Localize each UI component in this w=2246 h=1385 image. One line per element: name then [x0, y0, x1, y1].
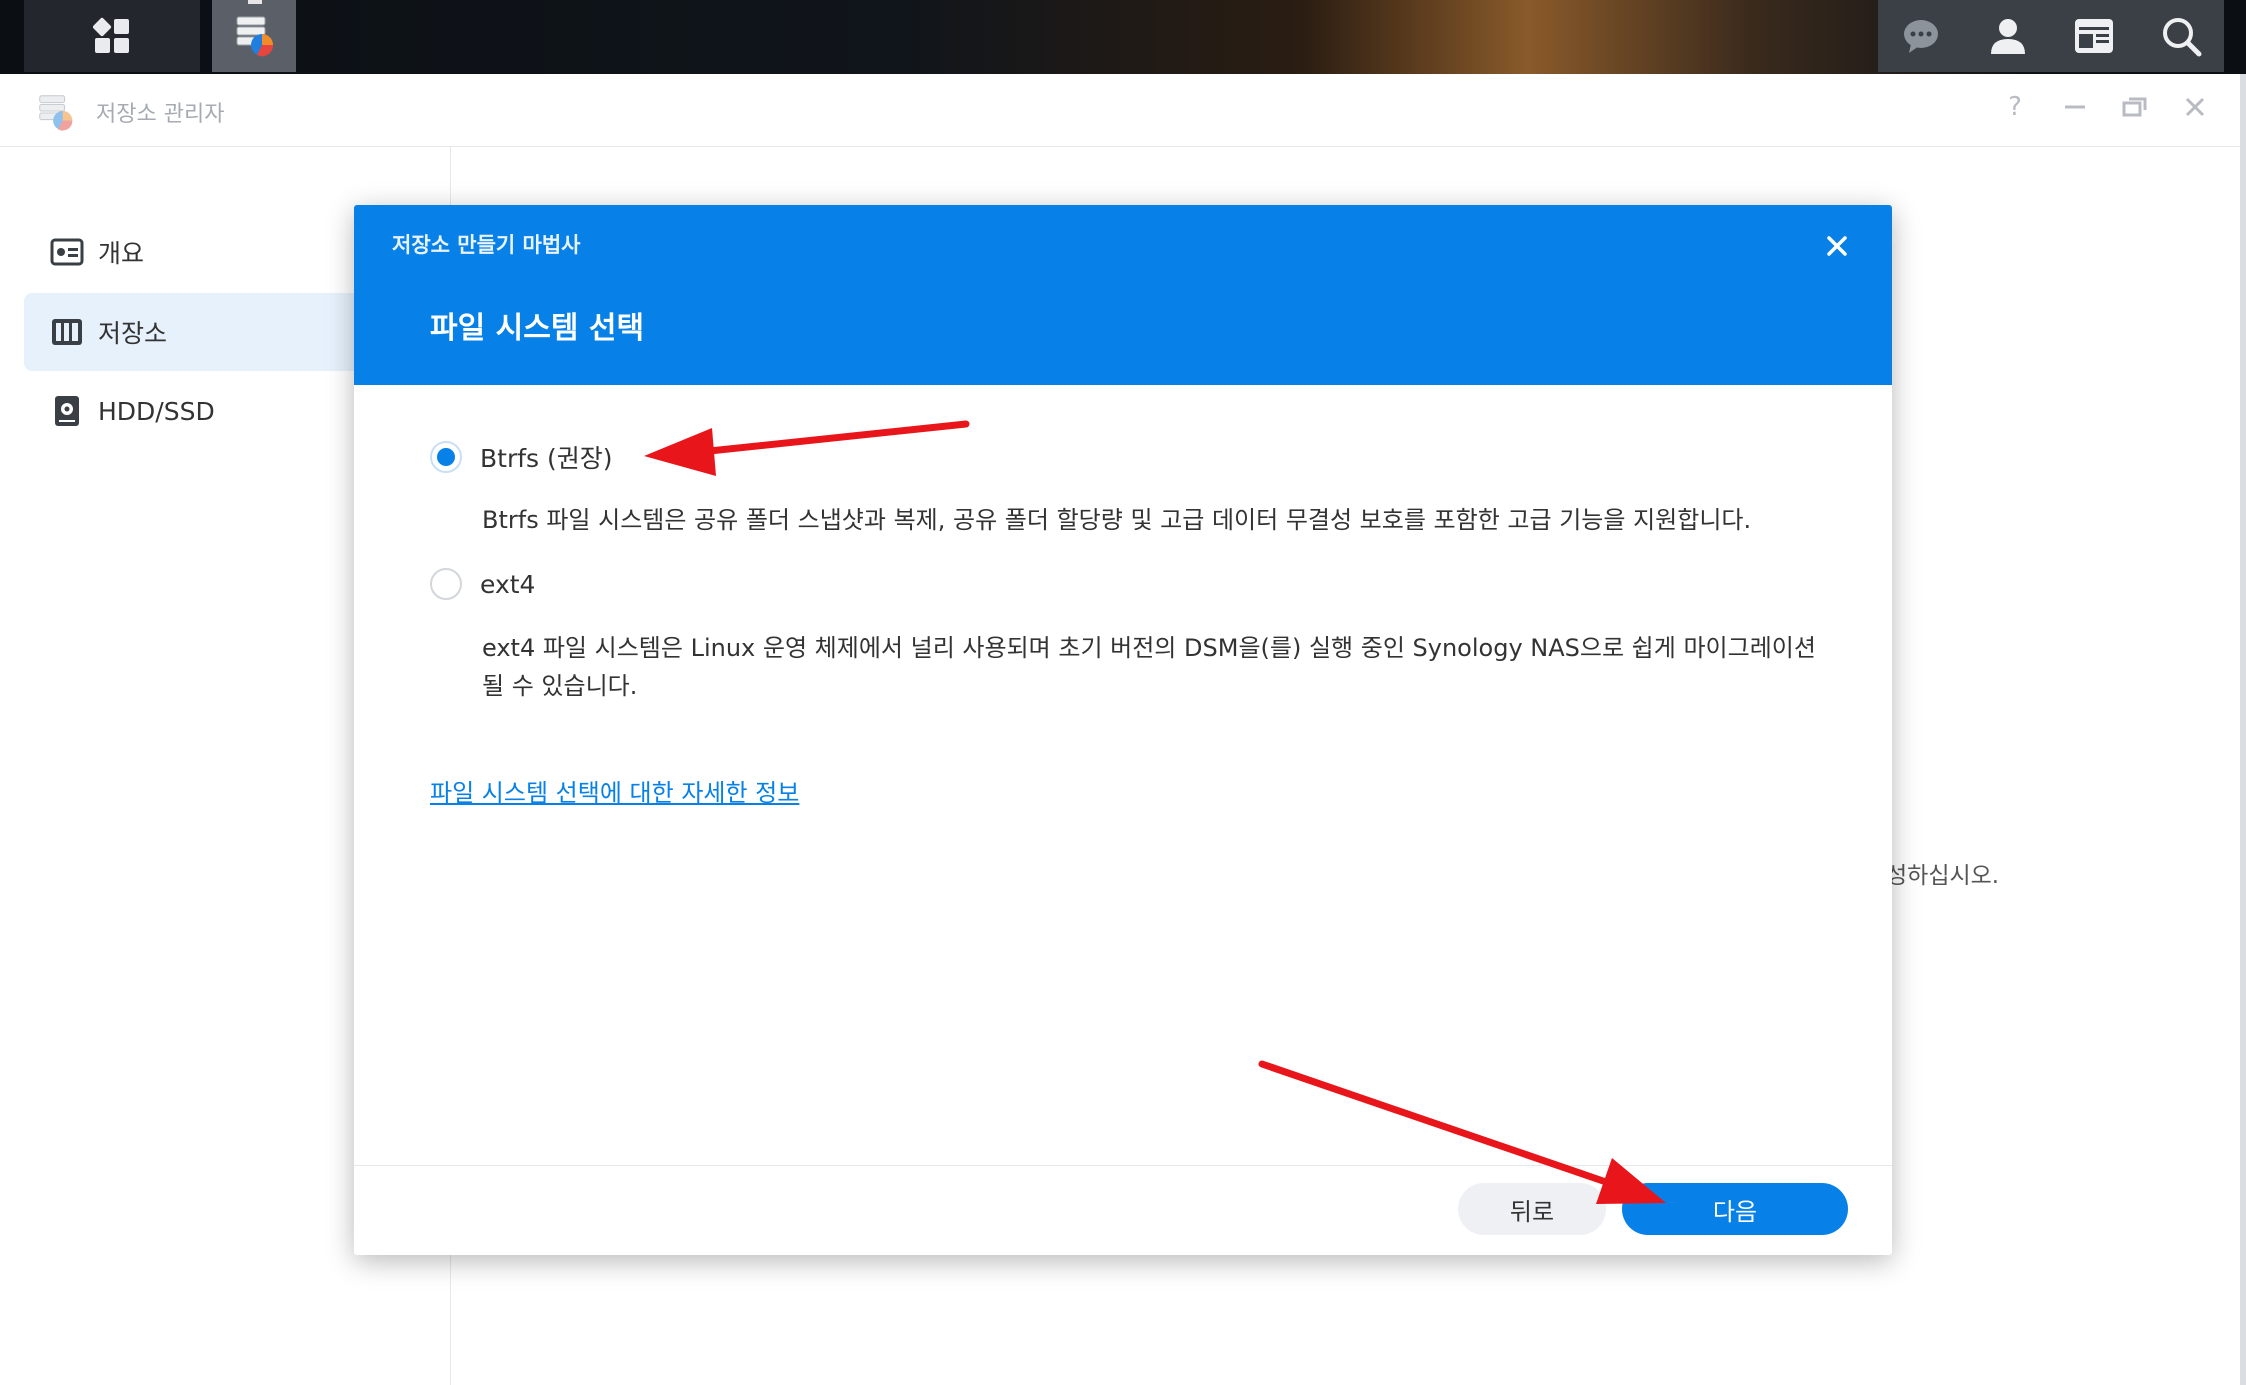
hdd-icon	[55, 396, 79, 426]
storage-icon	[52, 319, 82, 345]
sidebar-item-label: 저장소	[98, 319, 168, 348]
background-hint-text: 성하십시오.	[1886, 863, 2000, 889]
taskbar-tray	[1878, 0, 2224, 72]
back-button[interactable]: 뒤로	[1458, 1183, 1606, 1235]
wizard-footer: 뒤로 다음	[354, 1165, 1892, 1255]
minimize-button[interactable]	[2060, 92, 2090, 122]
chat-icon	[1904, 20, 1939, 53]
create-storage-wizard: 저장소 만들기 마법사 파일 시스템 선택 Btrfs (권장) Btrfs 파…	[354, 205, 1892, 1255]
taskbar-storage-manager[interactable]	[212, 0, 296, 72]
radio-selected-dot	[437, 448, 455, 466]
search-button[interactable]	[2157, 12, 2205, 60]
btrfs-description: Btrfs 파일 시스템은 공유 폴더 스냅샷과 복제, 공유 폴더 할당량 및…	[482, 506, 1752, 534]
btrfs-label[interactable]: Btrfs (권장)	[480, 439, 613, 475]
btrfs-radio[interactable]	[430, 441, 462, 473]
taskbar	[0, 0, 2246, 74]
wizard-close-button[interactable]	[1818, 227, 1856, 265]
restore-button[interactable]	[2120, 92, 2150, 122]
ext4-description: ext4 파일 시스템은 Linux 운영 체제에서 널리 사용되며 초기 버전…	[482, 634, 1816, 700]
window-close-button[interactable]	[2180, 92, 2210, 122]
ext4-label[interactable]: ext4	[480, 570, 535, 599]
window-title: 저장소 관리자	[96, 102, 225, 127]
overview-icon	[50, 238, 84, 266]
help-icon: ?	[2008, 92, 2022, 122]
window-controls: ?	[2000, 92, 2210, 122]
storage-manager-icon	[39, 95, 73, 131]
ext4-radio[interactable]	[430, 568, 462, 600]
search-icon	[2162, 18, 2202, 57]
sidebar-item-label: 개요	[98, 239, 145, 268]
minimize-icon	[2065, 105, 2085, 109]
active-app-indicator	[248, 0, 262, 4]
next-button[interactable]: 다음	[1622, 1183, 1848, 1235]
widgets-button[interactable]	[2070, 12, 2118, 60]
option-ext4[interactable]: ext4	[430, 568, 535, 600]
option-btrfs[interactable]: Btrfs (권장)	[430, 439, 613, 475]
storage-manager-icon	[236, 16, 274, 57]
main-menu-button[interactable]	[24, 0, 200, 72]
wizard-header: 저장소 만들기 마법사 파일 시스템 선택	[354, 205, 1892, 385]
user-icon	[1990, 19, 2025, 54]
restore-icon	[2122, 97, 2147, 117]
user-button[interactable]	[1984, 12, 2032, 60]
chat-button[interactable]	[1897, 12, 1945, 60]
close-icon	[2185, 97, 2205, 117]
close-icon	[1827, 236, 1847, 256]
sidebar-item-label: HDD/SSD	[98, 396, 215, 426]
help-button[interactable]: ?	[2000, 92, 2030, 122]
grid-icon	[93, 17, 129, 53]
widgets-icon	[2075, 19, 2114, 53]
wizard-subtitle: 저장소 만들기 마법사	[392, 233, 581, 257]
more-info-link[interactable]: 파일 시스템 선택에 대한 자세한 정보	[430, 773, 799, 808]
window-titlebar[interactable]: 저장소 관리자 ?	[0, 74, 2240, 147]
wizard-title: 파일 시스템 선택	[430, 311, 645, 346]
